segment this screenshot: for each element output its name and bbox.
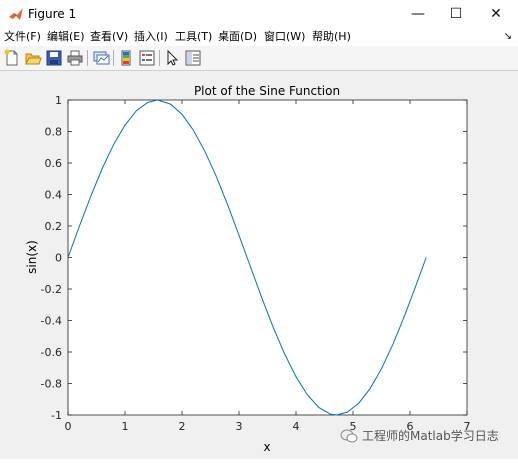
x-tick-label: 4 <box>293 420 300 433</box>
watermark: 工程师的Matlab学习日志 <box>340 427 499 444</box>
title-bar: Figure 1 — ☐ ✕ <box>0 0 518 28</box>
menu-file[interactable]: 文件(F) <box>4 30 41 44</box>
y-tick-label: 0.4 <box>45 189 63 202</box>
y-tick-label: -1 <box>51 409 62 422</box>
menu-edit[interactable]: 编辑(E) <box>47 30 85 44</box>
save-icon[interactable] <box>45 49 63 67</box>
property-editor-icon[interactable] <box>184 49 202 67</box>
y-axis-label: sin(x) <box>25 240 39 274</box>
chart-title: Plot of the Sine Function <box>194 84 340 98</box>
y-tick-label: -0.6 <box>41 346 62 359</box>
menu-desktop[interactable]: 桌面(D) <box>218 30 257 44</box>
figure-canvas: 0 1 2 3 4 5 6 7 -1 -0.8 -0.6 -0.4 -0.2 0 0.2 0.4 0.6 0.8 1… <box>0 71 518 459</box>
new-figure-icon[interactable] <box>3 49 21 67</box>
toolbar-separator <box>113 50 114 66</box>
y-tick-label: -0.4 <box>41 315 62 328</box>
maximize-button[interactable]: ☐ <box>436 0 476 28</box>
x-tick-label: 2 <box>179 420 186 433</box>
toolbar-separator <box>87 50 88 66</box>
print-icon[interactable] <box>66 49 84 67</box>
menu-view[interactable]: 查看(V) <box>90 30 128 44</box>
menu-help[interactable]: 帮助(H) <box>312 30 351 44</box>
y-tick-label: 0.6 <box>45 157 63 170</box>
y-tick-label: 0 <box>55 252 62 265</box>
menu-insert[interactable]: 插入(I) <box>134 30 168 44</box>
maximize-icon: ☐ <box>449 6 463 22</box>
y-tick-label: 0.2 <box>45 220 63 233</box>
y-tick-label: 1 <box>55 94 62 107</box>
x-axis-label: x <box>263 440 270 454</box>
menu-window[interactable]: 窗口(W) <box>264 30 305 44</box>
x-tick-label: 0 <box>65 420 72 433</box>
close-button[interactable]: ✕ <box>476 0 516 28</box>
menu-bar: 文件(F) 编辑(E) 查看(V) 插入(I) 工具(T) 桌面(D) 窗口(W… <box>0 28 518 46</box>
close-icon: ✕ <box>490 6 502 22</box>
pointer-icon[interactable] <box>163 49 181 67</box>
y-tick-label: -0.8 <box>41 378 62 391</box>
x-tick-label: 1 <box>122 420 129 433</box>
axes-box <box>67 99 468 416</box>
insert-colorbar-icon[interactable] <box>117 49 135 67</box>
x-tick-label: 3 <box>236 420 243 433</box>
insert-legend-icon[interactable] <box>138 49 156 67</box>
watermark-text: 工程师的Matlab学习日志 <box>362 429 499 443</box>
matlab-logo-icon <box>9 8 23 20</box>
toolbar <box>0 46 518 71</box>
sine-plot: 0 1 2 3 4 5 6 7-1-0.8-0.6-0.4-0.200.20.40.60.81… <box>25 84 471 454</box>
minimize-button[interactable]: — <box>398 0 438 28</box>
dock-arrow-icon[interactable]: ↘ <box>504 31 512 42</box>
y-tick-label: -0.2 <box>41 283 62 296</box>
window-title: Figure 1 <box>28 7 77 21</box>
link-plot-icon[interactable] <box>92 49 110 67</box>
toolbar-separator <box>159 50 160 66</box>
open-file-icon[interactable] <box>24 49 42 67</box>
wechat-icon <box>340 429 358 442</box>
y-tick-label: 0.8 <box>45 126 63 139</box>
minimize-icon: — <box>411 6 425 22</box>
menu-tools[interactable]: 工具(T) <box>175 30 212 44</box>
